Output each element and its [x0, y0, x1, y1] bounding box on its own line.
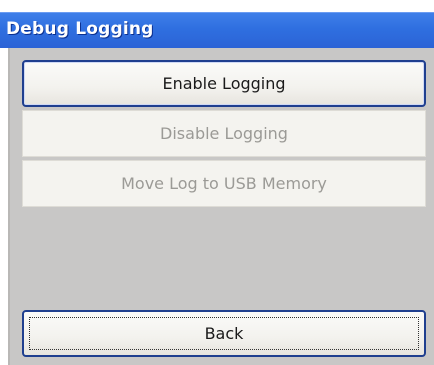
move-log-to-usb-button[interactable]: Move Log to USB Memory: [22, 160, 426, 207]
back-label: Back: [204, 324, 244, 343]
back-button[interactable]: Back: [22, 310, 426, 357]
title-bar: Debug Logging: [0, 12, 434, 48]
enable-logging-label: Enable Logging: [162, 74, 286, 93]
move-log-to-usb-label: Move Log to USB Memory: [121, 174, 327, 193]
enable-logging-button[interactable]: Enable Logging: [22, 60, 426, 107]
disable-logging-button[interactable]: Disable Logging: [22, 110, 426, 157]
top-strip: [0, 0, 434, 12]
window-title: Debug Logging: [6, 19, 154, 39]
debug-logging-window: Debug Logging Enable Logging Disable Log…: [0, 0, 434, 365]
left-margin: [0, 48, 8, 365]
disable-logging-label: Disable Logging: [160, 124, 288, 143]
